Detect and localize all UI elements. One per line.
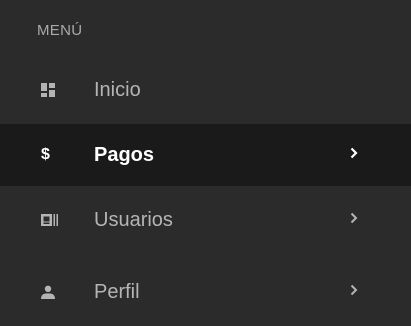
sidebar-menu: MENÚ Inicio $ Pagos Usuarios Perfil <box>0 0 411 326</box>
chevron-right-icon <box>350 283 358 301</box>
chevron-right-icon <box>350 211 358 229</box>
sidebar-item-perfil[interactable]: Perfil <box>0 261 411 323</box>
sidebar-item-label: Inicio <box>94 78 141 101</box>
sidebar-item-usuarios[interactable]: Usuarios <box>0 189 411 251</box>
id-card-icon <box>41 210 58 230</box>
sidebar-item-pagos[interactable]: $ Pagos <box>0 124 411 186</box>
menu-section-title: MENÚ <box>37 22 83 39</box>
person-icon <box>41 282 55 302</box>
chevron-right-icon <box>350 146 358 164</box>
sidebar-item-label: Usuarios <box>94 208 173 231</box>
dollar-icon: $ <box>41 146 50 163</box>
sidebar-item-inicio[interactable]: Inicio <box>0 59 411 121</box>
sidebar-item-label: Pagos <box>94 143 155 166</box>
sidebar-item-label: Perfil <box>94 280 140 303</box>
dashboard-icon <box>41 80 55 100</box>
